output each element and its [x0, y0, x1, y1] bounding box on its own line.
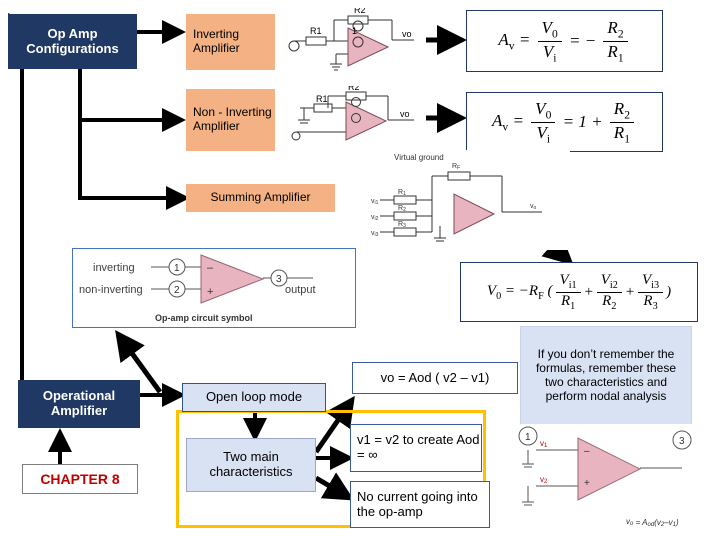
- label-output: output: [285, 284, 316, 296]
- node-v1-v2-equation-label: v1 = v2 to create Aod = ∞: [357, 432, 480, 462]
- node-no-current[interactable]: No current going into the op-amp: [350, 481, 490, 528]
- svg-text:R3: R3: [398, 221, 406, 229]
- opamp-small-svg: 1 2 3 – + v1 v2 vo = Aod(v2–v1): [518, 426, 692, 528]
- svg-text:v2: v2: [540, 475, 548, 485]
- formula-non-inverting-frame: Av = V0 Vi = 1 + R2 R1: [466, 92, 663, 152]
- svg-text:v1: v1: [540, 439, 548, 449]
- svg-text:R2: R2: [354, 8, 366, 15]
- node-summing-amplifier[interactable]: Summing Amplifier: [186, 184, 335, 212]
- node-two-main-characteristics-label: Two main characteristics: [209, 449, 293, 479]
- svg-text:+: +: [207, 286, 213, 298]
- svg-text:3: 3: [679, 436, 685, 447]
- summing-circuit-svg: Virtual ground vi1 vi2 vi3 R1 R2 R3 RF v…: [371, 153, 542, 242]
- svg-text:R2: R2: [398, 205, 406, 213]
- non-inverting-circuit-svg: R2 R1 vo: [291, 82, 414, 141]
- node-summing-amplifier-label: Summing Amplifier: [210, 190, 311, 205]
- formula-inverting-frame: Av = V0 Vi = − R2 R1: [466, 10, 663, 72]
- node-vo-equation[interactable]: vo = Aod ( v2 – v1): [352, 362, 518, 394]
- label-virtual-ground: Virtual ground: [394, 153, 444, 162]
- node-vo-equation-label: vo = Aod ( v2 – v1): [380, 369, 490, 385]
- node-inverting-amplifier[interactable]: Inverting Amplifier: [186, 14, 275, 70]
- label-inverting: inverting: [93, 262, 135, 274]
- formula-summing-frame: V0 = −RF ( Vi1 R1 + Vi2 R2 + Vi3 R3 ): [460, 262, 698, 322]
- svg-text:vi3: vi3: [371, 230, 379, 238]
- svg-text:vi1: vi1: [371, 198, 379, 206]
- svg-text:R1: R1: [398, 189, 406, 197]
- node-operational-amplifier-label: Operational Amplifier: [42, 388, 116, 418]
- svg-text:vi2: vi2: [371, 214, 379, 222]
- node-inverting-amplifier-label: Inverting Amplifier: [193, 27, 240, 55]
- node-non-inverting-amplifier-label: Non - Inverting Amplifier: [193, 105, 272, 133]
- svg-text:1: 1: [352, 26, 357, 36]
- figure-summing-circuit: Virtual ground vi1 vi2 vi3 R1 R2 R3 RF v…: [370, 150, 570, 250]
- node-v1-v2-equation[interactable]: v1 = v2 to create Aod = ∞: [350, 424, 482, 472]
- svg-text:vo = Aod(v2–v1): vo = Aod(v2–v1): [626, 517, 679, 528]
- inverting-circuit-svg: 1 vo R2 R1: [288, 5, 414, 71]
- svg-text:–: –: [584, 446, 590, 457]
- node-chapter-label: CHAPTER 8: [40, 470, 120, 487]
- svg-text:R1: R1: [310, 26, 322, 36]
- figure-opamp-small: 1 2 3 – + v1 v2 vo = Aod(v2–v1): [506, 424, 706, 534]
- node-open-loop-mode[interactable]: Open loop mode: [182, 383, 326, 412]
- node-open-loop-mode-label: Open loop mode: [205, 389, 303, 405]
- label-pin1: 1: [174, 263, 180, 274]
- node-op-amp-configurations[interactable]: Op Amp Configurations: [8, 14, 137, 69]
- node-two-main-characteristics[interactable]: Two main characteristics: [186, 438, 316, 492]
- node-remember-note[interactable]: If you don’t remember the formulas, reme…: [520, 326, 692, 426]
- label-symbol-caption: Op-amp circuit symbol: [155, 313, 253, 323]
- svg-text:vo: vo: [400, 109, 410, 119]
- node-chapter[interactable]: CHAPTER 8: [22, 464, 138, 494]
- figure-inverting-circuit: 1 vo R2 R1: [288, 5, 426, 74]
- svg-text:–: –: [207, 262, 214, 274]
- label-pin2: 2: [174, 285, 180, 296]
- opamp-symbol-svg: inverting non-inverting output Op-amp ci…: [79, 254, 316, 323]
- svg-text:R2: R2: [348, 86, 360, 92]
- formula-summing: V0 = −RF ( Vi1 R1 + Vi2 R2 + Vi3 R3 ): [486, 271, 672, 312]
- svg-text:vo: vo: [530, 203, 537, 211]
- node-remember-note-label: If you don’t remember the formulas, reme…: [535, 347, 677, 403]
- figure-non-inverting-circuit: R2 R1 vo: [288, 82, 426, 152]
- formula-inverting: Av = V0 Vi = − R2 R1: [467, 11, 662, 71]
- label-non-inverting: non-inverting: [79, 284, 143, 296]
- node-non-inverting-amplifier[interactable]: Non - Inverting Amplifier: [186, 89, 275, 151]
- label-pin3: 3: [276, 274, 282, 285]
- node-operational-amplifier[interactable]: Operational Amplifier: [18, 380, 140, 428]
- formula-non-inverting: Av = V0 Vi = 1 + R2 R1: [467, 93, 662, 151]
- node-op-amp-configurations-label: Op Amp Configurations: [26, 25, 119, 56]
- node-no-current-label: No current going into the op-amp: [357, 488, 478, 519]
- svg-text:RF: RF: [452, 163, 460, 171]
- svg-text:R1: R1: [316, 94, 328, 104]
- slide-canvas: Op Amp Configurations Inverting Amplifie…: [0, 0, 720, 540]
- figure-opamp-symbol: inverting non-inverting output Op-amp ci…: [72, 248, 356, 328]
- svg-text:vo: vo: [402, 29, 412, 39]
- svg-text:1: 1: [525, 432, 531, 443]
- svg-text:+: +: [584, 478, 590, 489]
